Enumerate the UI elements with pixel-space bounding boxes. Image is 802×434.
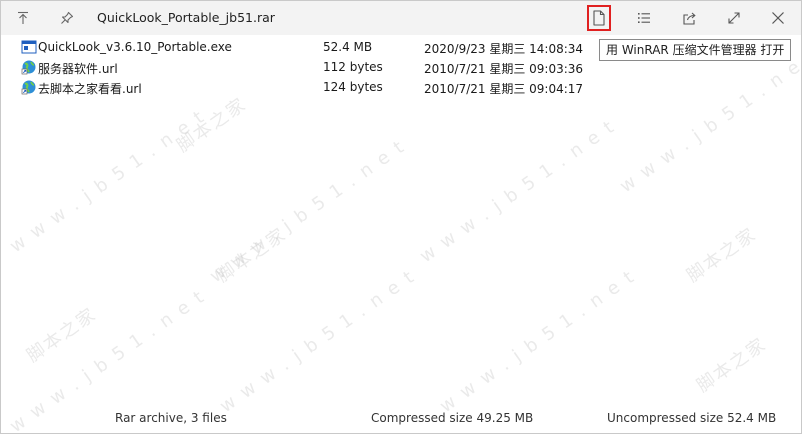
file-date: 2010/7/21 星期三 09:04:17 [424, 82, 584, 96]
share-icon [682, 12, 696, 25]
watermark-brand: 脚本之家 [173, 93, 251, 157]
close-button[interactable] [764, 4, 792, 32]
file-size: 124 bytes [323, 80, 383, 94]
quicklook-window: QuickLook_Portable_jb51.rar 用 WinRAR 压缩文… [0, 0, 802, 434]
file-name: 服务器软件.url [38, 62, 118, 76]
go-up-button[interactable] [9, 4, 37, 32]
file-date: 2010/7/21 星期三 09:03:36 [424, 62, 584, 76]
watermark-brand: 脚本之家 [683, 223, 761, 287]
open-with-tooltip: 用 WinRAR 压缩文件管理器 打开 [599, 39, 792, 61]
document-icon [593, 10, 605, 26]
compressed-size: Compressed size 49.25 MB [371, 411, 534, 425]
file-name: QuickLook_v3.6.10_Portable.exe [38, 40, 232, 54]
file-size: 52.4 MB [323, 40, 373, 54]
list-view-button[interactable] [630, 4, 658, 32]
pin-icon [61, 11, 74, 24]
title-bar: QuickLook_Portable_jb51.rar [1, 1, 801, 35]
watermark-brand: 脚本之家 [693, 333, 771, 397]
file-row[interactable]: QuickLook_v3.6.10_Portable.exe 52.4 MB 2… [21, 37, 584, 57]
watermark-site: w w w . j b 5 1 . n e t [216, 265, 420, 418]
uncompressed-size: Uncompressed size 52.4 MB [607, 411, 777, 425]
arrow-up-to-line-icon [18, 11, 28, 24]
file-date: 2020/9/23 星期三 14:08:34 [424, 42, 584, 56]
pin-button[interactable] [53, 4, 81, 32]
watermark-site: w w w . j b 5 1 . n e t [6, 105, 210, 258]
watermark-site: w w w . j b 5 1 . n e t [416, 115, 620, 268]
fullscreen-button[interactable] [720, 4, 748, 32]
url-icon [21, 60, 36, 75]
file-row[interactable]: 去脚本之家看看.url 124 bytes 2010/7/21 星期三 09:0… [21, 77, 584, 97]
file-row[interactable]: 服务器软件.url 112 bytes 2010/7/21 星期三 09:03:… [21, 57, 584, 77]
url-icon [21, 80, 36, 95]
watermark-brand: 脚本之家 [23, 303, 101, 367]
file-size: 112 bytes [323, 60, 383, 74]
archive-info: Rar archive, 3 files [115, 411, 227, 425]
watermark-site: w w w . j b 5 1 . n e t [206, 135, 410, 288]
expand-icon [728, 12, 740, 24]
watermark-site: w w w . j b 5 1 . n e t [616, 45, 802, 198]
status-bar: Rar archive, 3 files Compressed size 49.… [1, 407, 801, 431]
share-button[interactable] [675, 4, 703, 32]
window-title: QuickLook_Portable_jb51.rar [97, 10, 275, 25]
list-icon [638, 13, 650, 23]
open-with-winrar-button[interactable] [587, 5, 611, 31]
close-icon [772, 12, 784, 24]
watermark-site: w w w . j b 5 1 . n e t [436, 265, 640, 418]
exe-icon [21, 40, 37, 54]
file-name: 去脚本之家看看.url [38, 82, 142, 96]
watermark-brand: 脚本之家 [213, 223, 291, 287]
